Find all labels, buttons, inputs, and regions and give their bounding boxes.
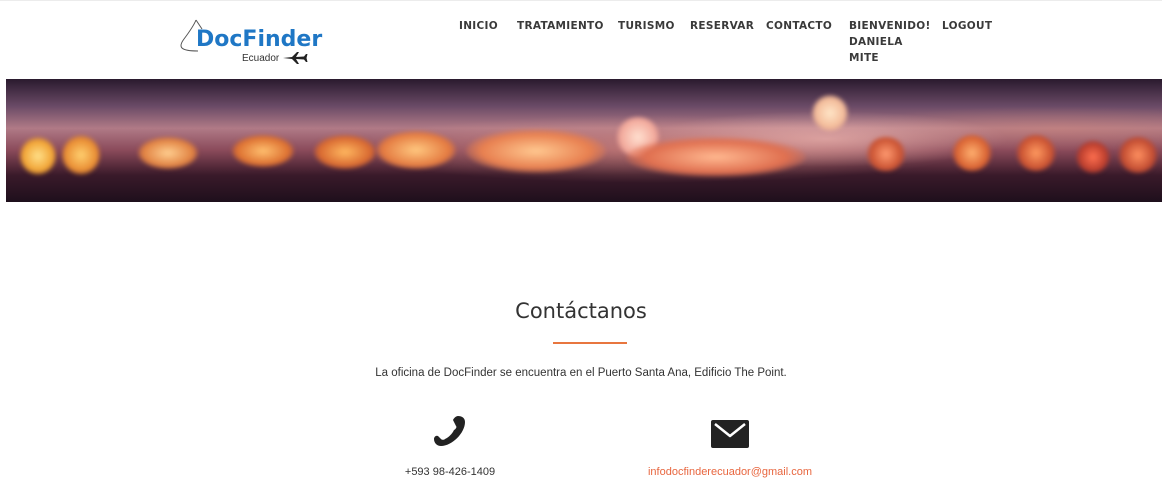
nav-contacto[interactable]: CONTACTO: [766, 18, 832, 34]
nav-turismo[interactable]: TURISMO: [618, 18, 675, 34]
bokeh-light: [1016, 135, 1056, 171]
bokeh-light: [466, 129, 606, 173]
hero-banner-image: [6, 79, 1162, 202]
nav-inicio[interactable]: INICIO: [459, 18, 498, 34]
office-description: La oficina de DocFinder se encuentra en …: [375, 367, 787, 379]
bokeh-light: [314, 135, 376, 169]
site-header: DocFinder Ecuador INICIO TRATAMIENTO TUR…: [0, 0, 1162, 78]
logo-title: DocFinder: [196, 27, 323, 52]
bokeh-light: [626, 137, 806, 177]
bokeh-light: [138, 137, 198, 169]
page: DocFinder Ecuador INICIO TRATAMIENTO TUR…: [0, 0, 1162, 482]
bokeh-light: [20, 137, 56, 175]
nav-logout[interactable]: LOGOUT: [942, 18, 992, 34]
welcome-first-name: DANIELA: [849, 36, 903, 48]
bokeh-light: [62, 135, 100, 175]
section-title: Contáctanos: [515, 299, 647, 323]
email-link[interactable]: infodocfinderecuador@gmail.com: [620, 465, 840, 479]
logo-subtitle: Ecuador: [242, 53, 280, 64]
nav-reservar[interactable]: RESERVAR: [690, 18, 754, 34]
bokeh-light: [812, 95, 848, 131]
nav-tratamiento[interactable]: TRATAMIENTO: [517, 18, 604, 34]
envelope-icon: [711, 420, 749, 448]
nav-welcome-user[interactable]: BIENVENIDO! DANIELA MITE: [849, 18, 931, 66]
bokeh-light: [232, 135, 294, 167]
welcome-greeting: BIENVENIDO!: [849, 20, 931, 32]
phone-icon: [434, 416, 465, 446]
phone-number: +593 98-426-1409: [404, 466, 496, 478]
title-divider: [553, 342, 627, 344]
bokeh-light: [1076, 141, 1110, 173]
airplane-icon: [283, 52, 308, 64]
bokeh-light: [866, 137, 906, 171]
welcome-last-name: MITE: [849, 52, 879, 64]
site-logo[interactable]: DocFinder Ecuador: [176, 17, 322, 65]
bokeh-light: [1118, 137, 1158, 173]
bokeh-light: [952, 135, 992, 171]
bokeh-light: [376, 131, 456, 169]
